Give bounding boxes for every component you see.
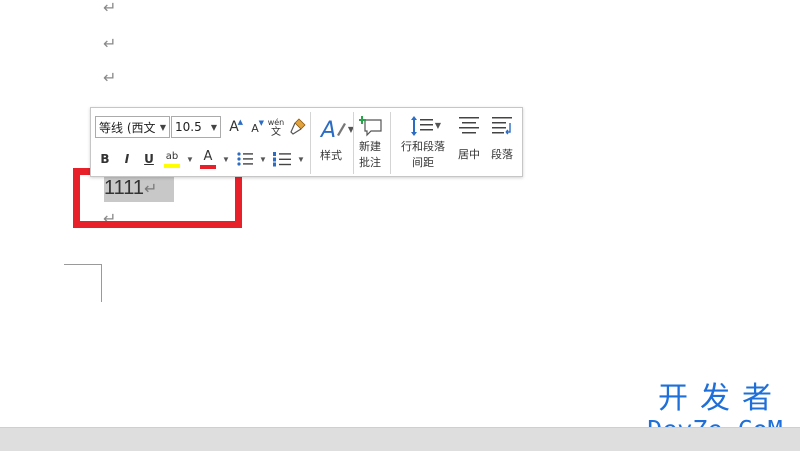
line-spacing-button[interactable]: ▼ [407, 113, 441, 139]
new-comment-label-line1: 新建 [359, 140, 381, 153]
chevron-down-icon[interactable]: ▼ [186, 155, 194, 164]
italic-button[interactable]: I [119, 149, 135, 169]
font-name-value: 等线 (西文 [99, 120, 156, 135]
italic-icon: I [124, 152, 130, 166]
phonetic-guide-button[interactable]: wén 文 [266, 116, 286, 140]
bold-button[interactable]: B [97, 149, 113, 169]
underline-button[interactable]: U [141, 149, 157, 169]
bullets-button[interactable] [235, 148, 255, 170]
chevron-down-icon[interactable]: ▼ [297, 155, 305, 164]
paragraph-mark: ↵ [103, 34, 117, 53]
font-name-select[interactable]: 等线 (西文 ▼ [95, 116, 170, 138]
caret-up-icon: ▲ [237, 118, 243, 126]
caret-down-icon: ▼ [258, 119, 264, 127]
center-align-button[interactable] [457, 114, 481, 138]
underline-icon: U [144, 152, 154, 166]
styles-icon: A [319, 118, 346, 143]
numbering-button[interactable] [271, 148, 293, 170]
shrink-font-button[interactable]: A ▼ [247, 119, 264, 137]
font-size-value: 10.5 [175, 120, 202, 134]
paragraph-mark: ↵ [103, 0, 117, 17]
chevron-down-icon: ▼ [434, 121, 441, 130]
new-comment-icon [359, 116, 382, 137]
line-spacing-icon [411, 116, 433, 136]
paragraph-settings-button[interactable] [490, 114, 514, 138]
mini-toolbar: 等线 (西文 ▼ 10.5 ▼ A ▲ A ▼ wén 文 B I U ab ▼… [90, 107, 523, 177]
format-painter-icon [290, 118, 306, 135]
font-size-select[interactable]: 10.5 ▼ [171, 116, 221, 138]
paragraph-settings-icon [492, 117, 512, 135]
chevron-down-icon[interactable]: ▼ [222, 155, 230, 164]
bullet-list-icon [237, 152, 253, 166]
svg-text:A: A [319, 118, 336, 143]
chevron-down-icon: ▼ [210, 123, 217, 132]
styles-button[interactable]: A ▼ [316, 113, 354, 145]
font-color-button[interactable]: A [199, 147, 217, 171]
paragraph-mark: ↵ [103, 68, 117, 87]
chevron-down-icon: ▼ [159, 123, 166, 132]
highlight-color-swatch [164, 163, 180, 168]
toolbar-divider [390, 112, 391, 174]
annotation-frame [73, 168, 242, 228]
new-comment-label-line2: 批注 [359, 156, 381, 169]
phonetic-bottom: 文 [271, 127, 281, 138]
highlight-icon: ab [165, 150, 179, 162]
format-painter-button[interactable] [289, 116, 307, 138]
center-align-icon [459, 117, 479, 134]
paragraph-settings-label: 段落 [491, 148, 513, 161]
highlight-button[interactable]: ab [162, 147, 182, 171]
line-spacing-label-line1: 行和段落 [401, 140, 445, 153]
margin-corner-marker [64, 264, 102, 302]
grow-font-button[interactable]: A ▲ [225, 117, 243, 137]
center-align-label: 居中 [458, 148, 480, 161]
status-bar [0, 427, 800, 451]
bold-icon: B [100, 152, 110, 166]
watermark-top-text: 开发者 [658, 381, 784, 416]
new-comment-button[interactable] [357, 113, 385, 141]
font-color-icon: A [203, 148, 213, 164]
line-spacing-label-line2: 间距 [412, 156, 434, 169]
chevron-down-icon[interactable]: ▼ [259, 155, 267, 164]
numbered-list-icon [273, 152, 291, 167]
styles-label: 样式 [320, 149, 342, 162]
toolbar-divider [310, 112, 311, 174]
font-color-swatch [200, 164, 216, 169]
